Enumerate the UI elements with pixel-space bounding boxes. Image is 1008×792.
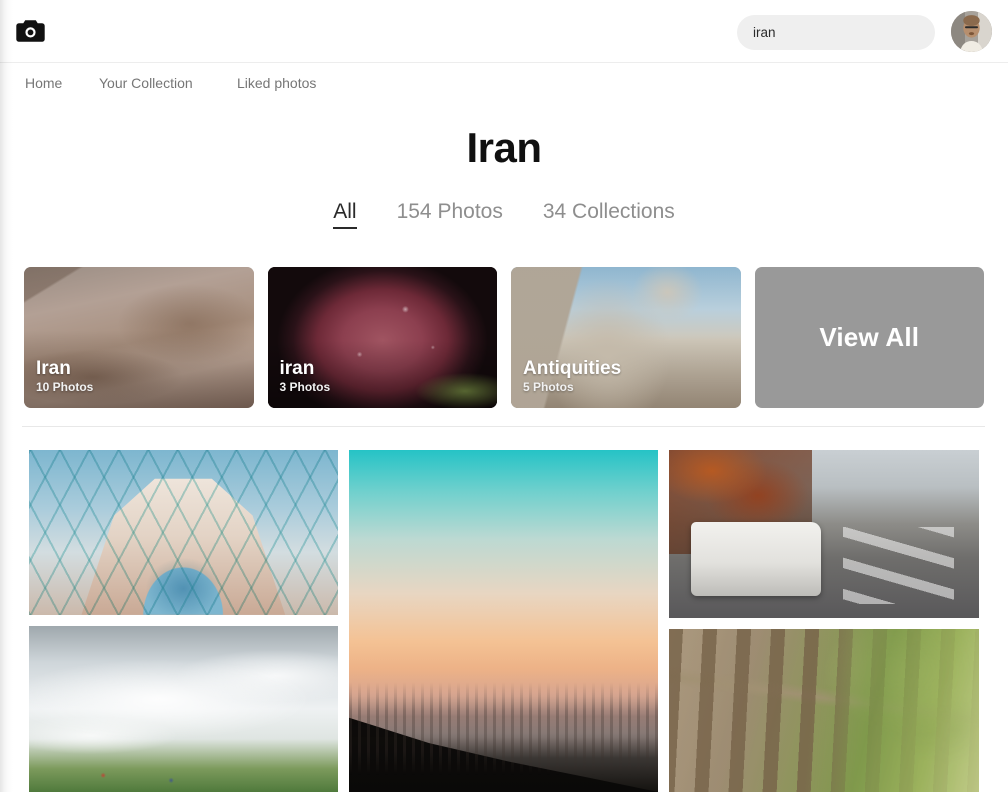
camera-icon[interactable]	[16, 18, 45, 44]
nav-item-home[interactable]: Home	[25, 63, 62, 104]
collection-card-iran-lower[interactable]: iran 3 Photos	[267, 267, 497, 408]
azadi-tower-photo	[29, 450, 338, 615]
tab-photos[interactable]: 154 Photos	[397, 200, 503, 227]
tab-bar: All 154 Photos 34 Collections	[0, 200, 1008, 229]
white-car-autumn-street-photo	[669, 450, 979, 618]
top-bar	[0, 0, 1008, 63]
photo-column-2	[348, 450, 659, 792]
page-edge-shadow	[0, 0, 13, 792]
photo-column-3	[669, 450, 979, 792]
photo-item[interactable]	[29, 450, 338, 615]
tehran-skyline-sunset-photo	[348, 450, 659, 792]
tab-collections[interactable]: 34 Collections	[543, 200, 675, 227]
photo-item[interactable]	[348, 450, 659, 792]
blurred-wooden-fence-photo	[669, 628, 979, 792]
section-divider	[22, 426, 985, 427]
page-title: Iran	[466, 124, 542, 171]
photo-item[interactable]	[669, 450, 979, 618]
collection-card-title: iran	[279, 358, 315, 379]
nav-item-liked-photos[interactable]: Liked photos	[237, 63, 316, 104]
collection-card-count: 10 Photos	[36, 380, 94, 394]
nav-bar: Home Your Collection Liked photos	[0, 63, 1008, 104]
mountain-ridge-shape	[348, 717, 659, 792]
search-input[interactable]	[737, 15, 935, 50]
avatar[interactable]	[951, 11, 992, 52]
tab-all[interactable]: All	[333, 200, 357, 229]
view-all-button[interactable]: View All	[754, 267, 984, 408]
collection-card-iran[interactable]: Iran 10 Photos	[24, 267, 254, 408]
photo-gallery-page: Home Your Collection Liked photos Iran A…	[0, 0, 1008, 792]
foggy-green-hills-photo	[29, 625, 338, 792]
photo-column-1	[29, 450, 338, 792]
view-all-label: View All	[819, 322, 920, 352]
collection-card-caption: Antiquities 5 Photos	[523, 358, 621, 395]
collection-card-antiquities[interactable]: Antiquities 5 Photos	[511, 267, 741, 408]
collection-card-caption: Iran 10 Photos	[36, 358, 93, 395]
collection-card-count: 5 Photos	[523, 380, 574, 394]
collection-card-row: Iran 10 Photos iran 3 Photos Antiquities…	[24, 267, 984, 408]
nav-item-your-collection[interactable]: Your Collection	[99, 63, 193, 104]
collection-card-title: Antiquities	[523, 358, 622, 379]
photo-item[interactable]	[669, 628, 979, 792]
photo-item[interactable]	[29, 625, 338, 792]
collection-card-caption: iran 3 Photos	[280, 358, 331, 395]
road-markings-shape	[842, 527, 955, 605]
collection-card-count: 3 Photos	[279, 380, 331, 394]
collection-card-title: Iran	[36, 358, 71, 379]
photo-grid	[29, 450, 979, 792]
